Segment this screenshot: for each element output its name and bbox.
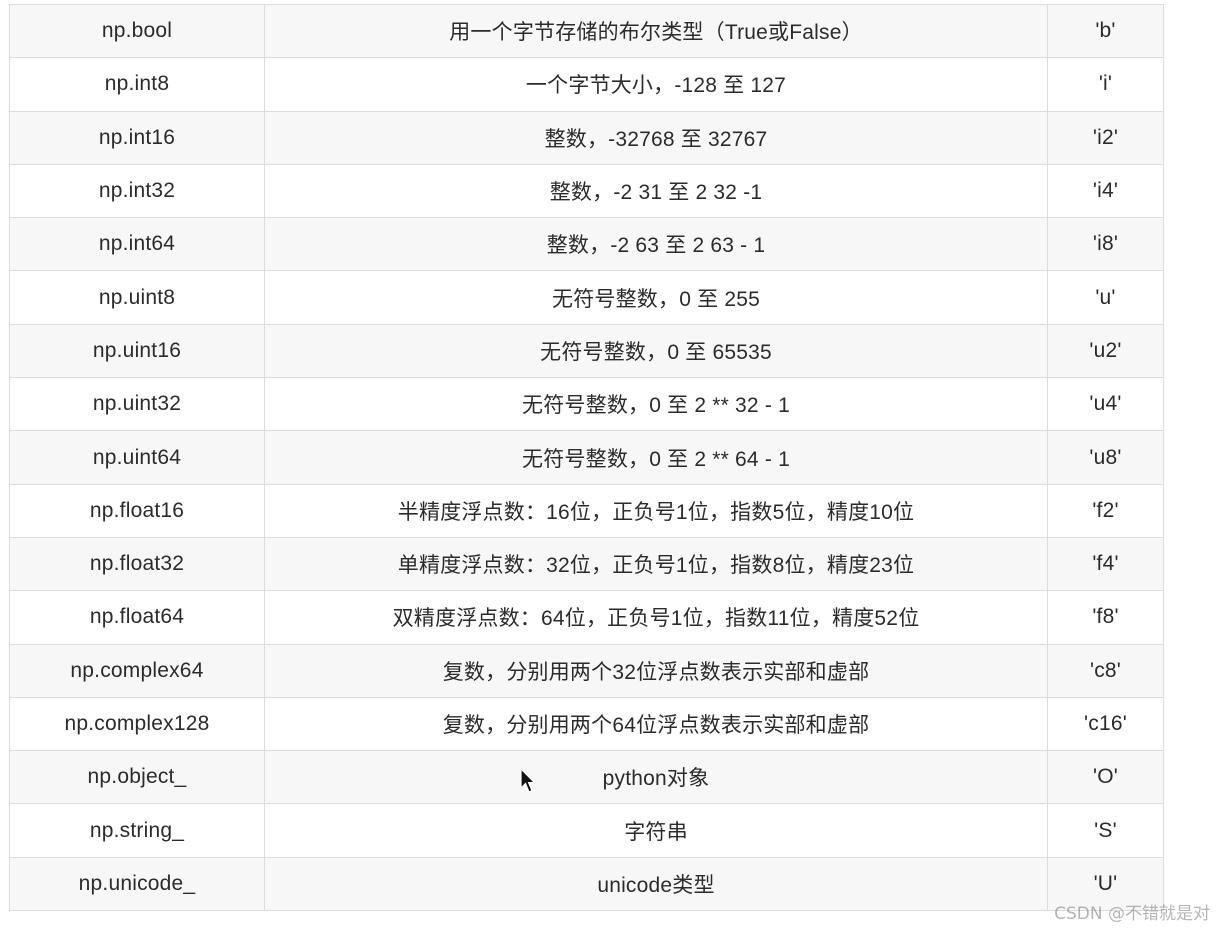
dtype-name-cell: np.uint64: [9, 430, 265, 485]
table-row: np.unicode_ unicode类型 'U': [9, 856, 1164, 912]
dtype-code-cell: 'O': [1047, 750, 1164, 805]
dtype-name-cell: np.object_: [9, 750, 265, 805]
table-row: np.int8 一个字节大小，-128 至 127 'i': [9, 57, 1164, 112]
dtype-code-cell: 'i2': [1047, 110, 1164, 165]
dtype-code-cell: 'i': [1047, 57, 1164, 112]
mouse-pointer-icon: [520, 768, 536, 793]
dtype-name-cell: np.uint32: [9, 377, 265, 432]
table-row: np.uint32 无符号整数，0 至 2 ** 32 - 1 'u4': [9, 377, 1164, 432]
dtype-name-cell: np.complex64: [9, 643, 265, 698]
dtype-description-cell: 无符号整数，0 至 2 ** 32 - 1: [264, 377, 1048, 432]
dtype-code-cell: 'f4': [1047, 536, 1164, 592]
table-row: np.int32 整数，-2 31 至 2 32 -1 'i4': [9, 163, 1164, 219]
dtype-code-cell: 'f2': [1047, 483, 1164, 538]
table-row: np.string_ 字符串 'S': [9, 803, 1164, 858]
table-row: np.uint8 无符号整数，0 至 255 'u': [9, 270, 1164, 325]
dtype-name-cell: np.int64: [9, 217, 265, 272]
dtype-description-cell: 单精度浮点数：32位，正负号1位，指数8位，精度23位: [264, 536, 1048, 592]
dtype-description-cell: 复数，分别用两个64位浮点数表示实部和虚部: [264, 696, 1048, 752]
dtype-code-cell: 'S': [1047, 803, 1164, 858]
table-row: np.uint64 无符号整数，0 至 2 ** 64 - 1 'u8': [9, 430, 1164, 485]
dtype-name-cell: np.string_: [9, 803, 265, 858]
dtype-description-cell: 整数，-2 63 至 2 63 - 1: [264, 217, 1048, 272]
dtype-description-cell: 无符号整数，0 至 2 ** 64 - 1: [264, 430, 1048, 485]
table-row: np.float16 半精度浮点数：16位，正负号1位，指数5位，精度10位 '…: [9, 483, 1164, 538]
dtype-description-cell: unicode类型: [264, 856, 1048, 912]
dtype-name-cell: np.bool: [9, 3, 265, 59]
dtype-name-cell: np.int16: [9, 110, 265, 165]
dtype-description-cell: 一个字节大小，-128 至 127: [264, 57, 1048, 112]
dtype-code-cell: 'u': [1047, 270, 1164, 325]
dtype-code-cell: 'f8': [1047, 590, 1164, 645]
dtype-name-cell: np.uint16: [9, 323, 265, 379]
dtype-code-cell: 'i4': [1047, 163, 1164, 219]
dtype-code-cell: 'c8': [1047, 643, 1164, 698]
table-row: np.complex64 复数，分别用两个32位浮点数表示实部和虚部 'c8': [9, 643, 1164, 698]
csdn-watermark: CSDN @不错就是对: [1054, 904, 1210, 924]
table-row: np.float32 单精度浮点数：32位，正负号1位，指数8位，精度23位 '…: [9, 536, 1164, 592]
numpy-dtype-table: np.bool 用一个字节存储的布尔类型（True或False） 'b' np.…: [9, 3, 1164, 912]
dtype-code-cell: 'b': [1047, 3, 1164, 59]
dtype-description-cell: 整数，-32768 至 32767: [264, 110, 1048, 165]
dtype-description-cell: 用一个字节存储的布尔类型（True或False）: [264, 3, 1048, 59]
dtype-description-cell: 无符号整数，0 至 65535: [264, 323, 1048, 379]
dtype-name-cell: np.int32: [9, 163, 265, 219]
table-row: np.uint16 无符号整数，0 至 65535 'u2': [9, 323, 1164, 379]
table-row: np.bool 用一个字节存储的布尔类型（True或False） 'b': [9, 3, 1164, 59]
dtype-code-cell: 'c16': [1047, 696, 1164, 752]
table-row: np.int16 整数，-32768 至 32767 'i2': [9, 110, 1164, 165]
dtype-name-cell: np.complex128: [9, 696, 265, 752]
dtype-description-cell: 整数，-2 31 至 2 32 -1: [264, 163, 1048, 219]
dtype-description-cell: 双精度浮点数：64位，正负号1位，指数11位，精度52位: [264, 590, 1048, 645]
dtype-description-cell: 无符号整数，0 至 255: [264, 270, 1048, 325]
dtype-code-cell: 'u8': [1047, 430, 1164, 485]
dtype-code-cell: 'i8': [1047, 217, 1164, 272]
dtype-description-cell: 半精度浮点数：16位，正负号1位，指数5位，精度10位: [264, 483, 1048, 538]
dtype-description-cell: 字符串: [264, 803, 1048, 858]
dtype-name-cell: np.float64: [9, 590, 265, 645]
table-row: np.complex128 复数，分别用两个64位浮点数表示实部和虚部 'c16…: [9, 696, 1164, 752]
table-row: np.float64 双精度浮点数：64位，正负号1位，指数11位，精度52位 …: [9, 590, 1164, 645]
dtype-description-cell: python对象: [264, 750, 1048, 805]
table-row: np.object_ python对象 'O': [9, 750, 1164, 805]
dtype-name-cell: np.float32: [9, 536, 265, 592]
dtype-name-cell: np.float16: [9, 483, 265, 538]
table-row: np.int64 整数，-2 63 至 2 63 - 1 'i8': [9, 217, 1164, 272]
dtype-name-cell: np.uint8: [9, 270, 265, 325]
dtype-code-cell: 'u4': [1047, 377, 1164, 432]
dtype-name-cell: np.unicode_: [9, 856, 265, 912]
dtype-name-cell: np.int8: [9, 57, 265, 112]
dtype-description-cell: 复数，分别用两个32位浮点数表示实部和虚部: [264, 643, 1048, 698]
dtype-code-cell: 'u2': [1047, 323, 1164, 379]
